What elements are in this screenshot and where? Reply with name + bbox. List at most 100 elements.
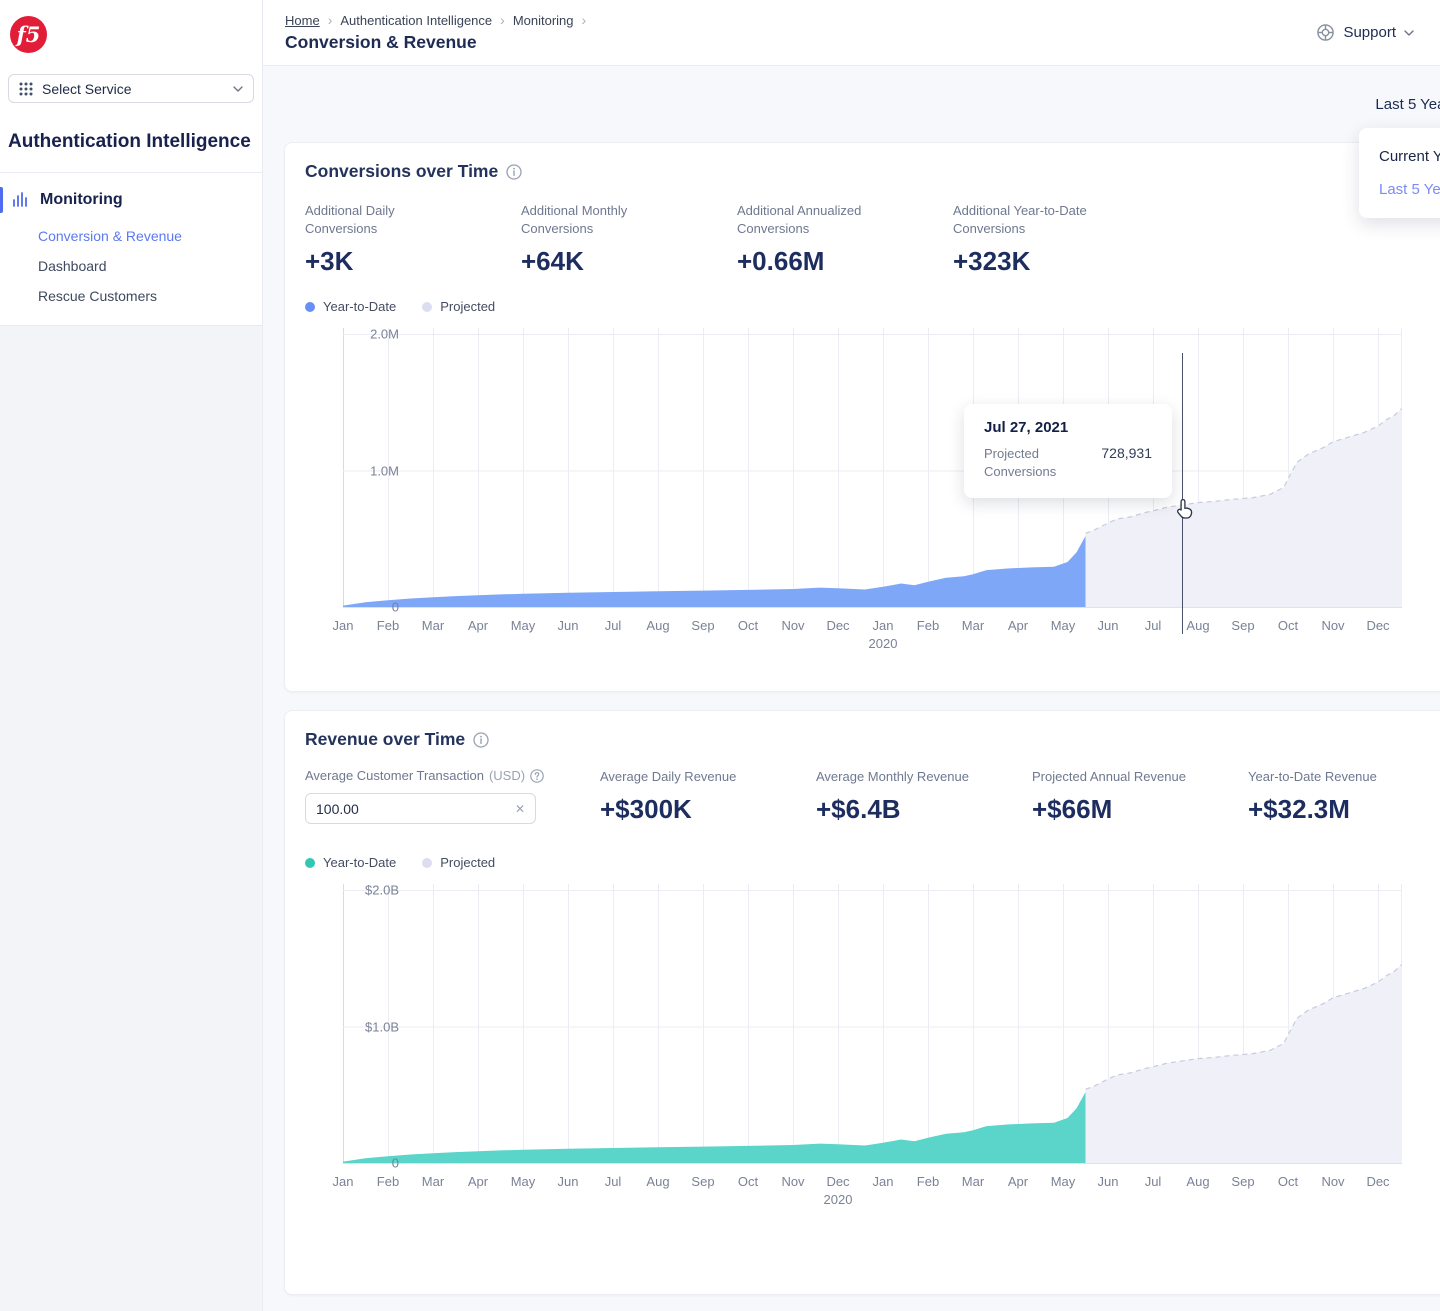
x-axis-tick-label: Jun (558, 1174, 579, 1189)
f5-logo[interactable]: f5 (10, 16, 47, 53)
bar-chart-icon (12, 192, 30, 208)
x-axis-tick-label: Dec (1366, 618, 1389, 633)
x-axis-tick-label: Apr (468, 1174, 488, 1189)
info-icon[interactable] (473, 732, 489, 748)
stat-value: +0.66M (737, 246, 953, 277)
stat-projected-annual-revenue: Projected Annual Revenue +$66M (1032, 768, 1248, 825)
active-accent-bar (0, 187, 3, 213)
breadcrumb-item[interactable]: Home (285, 13, 320, 28)
legend-item-year-to-date: Year-to-Date (305, 855, 396, 870)
sidebar-subitem-conversion-revenue[interactable]: Conversion & Revenue (0, 221, 262, 251)
tooltip-series-label: Projected Conversions (984, 445, 1074, 481)
select-service-label: Select Service (42, 81, 224, 97)
select-service-dropdown[interactable]: Select Service (8, 74, 254, 103)
stat-label: Additional Daily Conversions (305, 202, 470, 238)
sidebar-nav: Monitoring Conversion & RevenueDashboard… (0, 172, 262, 325)
x-axis-tick-label: Oct (1278, 1174, 1298, 1189)
transaction-input-group: Average Customer Transaction (USD) ✕ (305, 768, 600, 825)
transaction-input-wrap: ✕ (305, 793, 536, 824)
x-axis-tick-label: Aug (1186, 1174, 1209, 1189)
revenue-chart[interactable]: 0$1.0B$2.0BJanFebMarAprMayJunJulAugSepOc… (305, 882, 1440, 1212)
product-title: Authentication Intelligence (8, 129, 254, 155)
chart-plot-area (343, 326, 1402, 608)
breadcrumb-item[interactable]: Authentication Intelligence (340, 13, 492, 28)
series-area-year-to-date (343, 1092, 1086, 1163)
sidebar-item-label: Monitoring (40, 191, 123, 209)
transaction-input[interactable] (316, 801, 515, 817)
x-axis-tick-label: Nov (781, 1174, 804, 1189)
info-icon[interactable] (506, 164, 522, 180)
header-left: Home › Authentication Intelligence › Monitor… (285, 12, 586, 53)
stat-additional-annualized-conversions: Additional Annualized Conversions+0.66M (737, 202, 953, 277)
chart-plot-area (343, 882, 1402, 1164)
x-axis-tick-label: Apr (1008, 618, 1028, 633)
x-axis-tick-label: Sep (1231, 618, 1254, 633)
time-range-dropdown[interactable]: Last 5 Years (1375, 96, 1440, 113)
chart-crosshair-line (1182, 353, 1183, 634)
legend-dot (422, 858, 432, 868)
x-axis-tick-label: Oct (738, 1174, 758, 1189)
x-axis-tick-label: Feb (377, 1174, 399, 1189)
stat-label: Projected Annual Revenue (1032, 768, 1232, 786)
stat-additional-year-to-date-conversions: Additional Year-to-Date Conversions+323K (953, 202, 1169, 277)
time-range-option[interactable]: Current Year (1359, 140, 1440, 173)
sidebar-subitem-dashboard[interactable]: Dashboard (0, 251, 262, 281)
x-axis-tick-label: Oct (738, 618, 758, 633)
y-axis-tick-label: $1.0B (365, 1019, 399, 1034)
sidebar-filler (0, 325, 262, 1311)
sidebar-subitem-rescue-customers[interactable]: Rescue Customers (0, 281, 262, 311)
x-axis-tick-label: Mar (422, 618, 444, 633)
stat-value: +323K (953, 246, 1169, 277)
time-range-option[interactable]: Last 5 Years (1359, 173, 1440, 206)
legend-dot (305, 858, 315, 868)
stat-value: +$66M (1032, 794, 1248, 825)
x-axis-tick-label: May (511, 618, 536, 633)
x-axis-tick-label: Dec (1366, 1174, 1389, 1189)
conversions-stats-row: Additional Daily Conversions +3K Additiona… (305, 202, 1440, 277)
conversions-card: Conversions over Time Additional Daily C… (284, 142, 1440, 692)
stat-value: +$300K (600, 794, 816, 825)
x-axis-year-label: 2020 (824, 1192, 853, 1207)
breadcrumb-separator-icon: › (582, 12, 587, 28)
x-axis-tick-label: Mar (422, 1174, 444, 1189)
lifebuoy-icon (1316, 23, 1335, 42)
x-axis-tick-label: Dec (826, 618, 849, 633)
support-label: Support (1343, 24, 1396, 41)
x-axis-year-label: 2020 (869, 636, 898, 651)
breadcrumb: Home › Authentication Intelligence › Monitor… (285, 12, 586, 28)
stat-value: +3K (305, 246, 521, 277)
breadcrumb-separator-icon: › (328, 12, 333, 28)
x-axis-tick-label: Dec (826, 1174, 849, 1189)
y-axis-tick-label: $2.0B (365, 883, 399, 898)
x-axis-tick-label: Feb (377, 618, 399, 633)
content: Last 5 Years Current YearLast 5 Years Co… (263, 66, 1440, 1311)
tooltip-row: Projected Conversions 728,931 (984, 445, 1152, 481)
breadcrumb-item[interactable]: Monitoring (513, 13, 574, 28)
support-menu[interactable]: Support (1316, 23, 1414, 42)
mouse-cursor-hand-icon (1175, 498, 1197, 522)
x-axis-tick-label: Mar (962, 1174, 984, 1189)
x-axis-tick-label: May (1051, 618, 1076, 633)
x-axis-tick-label: Jul (605, 618, 622, 633)
legend-label: Projected (440, 299, 495, 314)
x-axis-tick-label: Nov (1321, 1174, 1344, 1189)
x-axis-tick-label: Sep (691, 1174, 714, 1189)
revenue-legend: Year-to-DateProjected (305, 855, 1440, 870)
transaction-label: Average Customer Transaction (305, 768, 484, 783)
conversions-chart[interactable]: 01.0M2.0MJanFebMarAprMayJunJulAugSepOctN… (305, 326, 1440, 656)
y-axis-tick-label: 0 (365, 1156, 399, 1171)
legend-item-projected: Projected (422, 299, 495, 314)
time-range-selected: Last 5 Years (1375, 96, 1440, 113)
sidebar-subnav: Conversion & RevenueDashboardRescue Cust… (0, 221, 262, 311)
stat-value: +$32.3M (1248, 794, 1440, 825)
top-header: Home › Authentication Intelligence › Monitor… (263, 0, 1440, 66)
sidebar-item-monitoring[interactable]: Monitoring (0, 185, 262, 215)
x-axis-tick-label: Nov (1321, 618, 1344, 633)
apps-grid-icon (19, 82, 33, 96)
x-axis-tick-label: Jan (333, 1174, 354, 1189)
x-axis-tick-label: Jul (1145, 1174, 1162, 1189)
stat-label: Average Daily Revenue (600, 768, 800, 786)
help-icon[interactable] (530, 769, 544, 783)
clear-input-icon[interactable]: ✕ (515, 802, 525, 816)
x-axis-tick-label: Jan (873, 618, 894, 633)
